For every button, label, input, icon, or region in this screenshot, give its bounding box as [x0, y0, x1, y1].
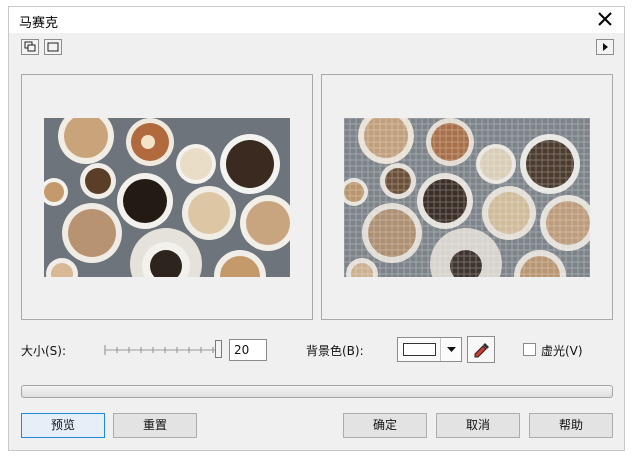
background-color-picker[interactable]: [397, 337, 462, 362]
size-slider[interactable]: [102, 339, 224, 361]
single-preview-button[interactable]: [44, 39, 62, 55]
original-preview-pane: [21, 74, 313, 320]
dropdown-arrow-icon: [447, 347, 456, 352]
vignette-label: 虚光(V): [541, 344, 583, 358]
result-preview-pane: [321, 74, 613, 320]
reset-button[interactable]: 重置: [113, 413, 197, 438]
dialog-title: 马赛克: [19, 16, 59, 31]
cancel-button[interactable]: 取消: [436, 413, 520, 438]
dual-preview-button[interactable]: [21, 39, 39, 55]
color-swatch: [403, 343, 436, 356]
close-button[interactable]: [594, 8, 616, 30]
size-label: 大小(S):: [21, 344, 67, 358]
size-input[interactable]: 20: [229, 339, 267, 361]
mosaic-dialog: 马赛克 大小(S): 20 背景色(B): 虚光(V) 预览 重置 确定 取消 …: [8, 6, 625, 451]
mosaic-image: [344, 118, 590, 277]
help-button[interactable]: 帮助: [529, 413, 613, 438]
ok-button[interactable]: 确定: [343, 413, 427, 438]
slider-ticks: [104, 345, 218, 355]
background-color-label: 背景色(B):: [306, 344, 364, 358]
eyedropper-icon: [474, 343, 489, 358]
original-image: [44, 118, 290, 277]
vignette-checkbox[interactable]: [523, 343, 536, 356]
single-preview-icon: [47, 42, 59, 52]
slider-thumb[interactable]: [215, 340, 222, 358]
close-icon: [598, 12, 612, 26]
eyedropper-button[interactable]: [467, 336, 495, 363]
expand-button[interactable]: [596, 39, 614, 55]
progress-bar: [21, 385, 613, 398]
title-bar: 马赛克: [9, 7, 624, 33]
expand-arrow-icon: [603, 43, 608, 51]
preview-button[interactable]: 预览: [21, 413, 105, 438]
dual-preview-icon: [24, 41, 36, 52]
color-dropdown-button[interactable]: [440, 338, 461, 361]
